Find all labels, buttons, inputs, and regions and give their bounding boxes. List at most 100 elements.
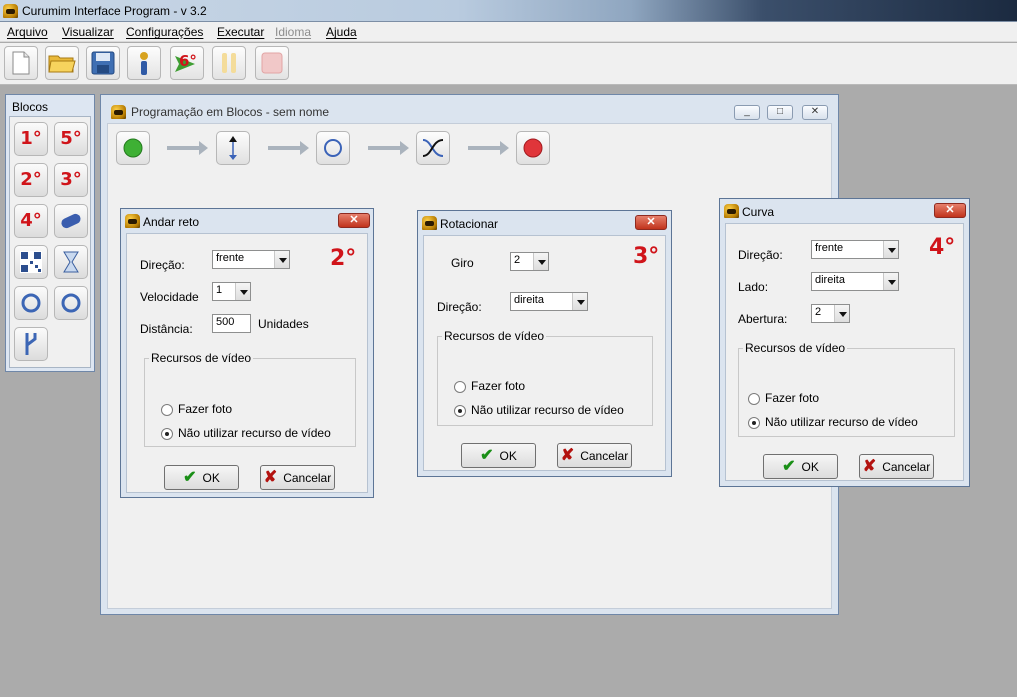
velocidade-select[interactable]: 1	[212, 282, 251, 301]
flow-andar-block[interactable]	[216, 131, 250, 165]
giro-select[interactable]: 2	[510, 252, 549, 271]
blocos-palette: 1° 5° 2° 3° 4°	[9, 116, 91, 368]
ok-button[interactable]: ✔ OK	[763, 454, 838, 479]
ordinal-1-label: 1°	[20, 128, 42, 149]
send-6-button[interactable]: 6°	[170, 46, 204, 80]
block-rotacionar-3[interactable]: 3°	[54, 163, 88, 197]
video-group-label: Recursos de vídeo	[442, 329, 547, 343]
dialog-close-button[interactable]: ✕	[635, 215, 667, 230]
direcao-label: Direção:	[738, 248, 783, 262]
stop-icon	[261, 52, 283, 74]
cancel-x-icon: ✘	[263, 468, 278, 486]
lado-select[interactable]: direita	[811, 272, 899, 291]
block-curva-4[interactable]: 4°	[14, 204, 48, 238]
cancel-label: Cancelar	[580, 448, 629, 463]
flow-arrow	[268, 141, 309, 155]
video-group-label: Recursos de vídeo	[149, 351, 254, 365]
menu-ajuda[interactable]: Ajuda	[326, 25, 357, 39]
abertura-value: 2	[815, 306, 822, 318]
direcao-value: frente	[815, 242, 844, 254]
abertura-select[interactable]: 2	[811, 304, 850, 323]
app-title: Curumim Interface Program - v 3.2	[22, 4, 207, 18]
minimize-button[interactable]: _	[734, 105, 760, 120]
toolbar: 6°	[0, 43, 1017, 85]
checkmark-icon: ✔	[782, 457, 796, 475]
direcao-select[interactable]: frente	[212, 250, 290, 269]
nao-utilizar-radio[interactable]	[454, 405, 466, 417]
fazer-foto-radio[interactable]	[748, 393, 760, 405]
open-folder-button[interactable]	[45, 46, 79, 80]
block-loop-b[interactable]	[54, 286, 88, 320]
menu-executar[interactable]: Executar	[217, 25, 264, 39]
ok-button[interactable]: ✔ OK	[164, 465, 239, 490]
loop-icon	[21, 293, 41, 313]
fazer-foto-radio[interactable]	[161, 404, 173, 416]
dialog-title: Andar reto	[143, 215, 200, 229]
nao-utilizar-label: Não utilizar recurso de vídeo	[178, 426, 331, 440]
cancel-button[interactable]: ✘ Cancelar	[859, 454, 934, 479]
velocidade-label: Velocidade	[140, 290, 199, 304]
flow-arrow	[368, 141, 409, 155]
andar-reto-dialog: Andar reto ✕ Direção: frente 2° Velocida…	[120, 208, 374, 498]
ordinal-4-label: 4°	[20, 210, 42, 231]
dialog-icon	[724, 204, 739, 218]
dialog-close-button[interactable]: ✕	[934, 203, 966, 218]
program-window-icon	[111, 105, 126, 119]
dialog-icon	[422, 216, 437, 230]
curve-arrows-icon	[422, 139, 444, 157]
block-andar-2[interactable]: 2°	[14, 163, 48, 197]
fazer-foto-label: Fazer foto	[471, 379, 526, 393]
fazer-foto-label: Fazer foto	[178, 402, 233, 416]
flow-rotacionar-block[interactable]	[316, 131, 350, 165]
app-titlebar: Curumim Interface Program - v 3.2	[0, 0, 1017, 22]
cancel-button[interactable]: ✘ Cancelar	[557, 443, 632, 468]
ok-button[interactable]: ✔ OK	[461, 443, 536, 468]
flow-curva-block[interactable]	[416, 131, 450, 165]
direcao-label: Direção:	[140, 258, 185, 272]
direcao-select[interactable]: direita	[510, 292, 588, 311]
dialog-close-button[interactable]: ✕	[338, 213, 370, 228]
ordinal-badge: 3°	[633, 244, 660, 269]
block-loop-a[interactable]	[14, 286, 48, 320]
block-hourglass[interactable]	[54, 245, 88, 279]
flow-end-block[interactable]	[516, 131, 550, 165]
pause-button[interactable]	[212, 46, 246, 80]
stop-button[interactable]	[255, 46, 289, 80]
flow-start-block[interactable]	[116, 131, 150, 165]
close-window-button[interactable]: ✕	[802, 105, 828, 120]
red-circle-icon	[523, 138, 543, 158]
menu-visualizar[interactable]: Visualizar	[62, 25, 114, 39]
block-5[interactable]: 5°	[54, 122, 88, 156]
velocidade-value: 1	[216, 284, 223, 296]
loop-end-icon	[61, 293, 81, 313]
nao-utilizar-radio[interactable]	[748, 417, 760, 429]
distancia-value: 500	[216, 316, 235, 328]
video-resources-group: Recursos de vídeo Fazer foto Não utiliza…	[437, 329, 653, 426]
menu-configuracoes[interactable]: Configurações	[126, 25, 203, 39]
curumim-app-icon	[3, 4, 18, 18]
save-button[interactable]	[86, 46, 120, 80]
block-capsule[interactable]	[54, 204, 88, 238]
chevron-down-icon	[274, 251, 289, 268]
cancel-label: Cancelar	[882, 459, 931, 474]
ordinal-badge: 4°	[929, 235, 956, 260]
dialog-body: Direção: frente 2° Velocidade 1 Distânci…	[126, 233, 368, 493]
qr-code-icon	[20, 251, 42, 273]
block-qrcode[interactable]	[14, 245, 48, 279]
ok-label: OK	[801, 459, 819, 474]
new-file-button[interactable]	[4, 46, 38, 80]
nao-utilizar-radio[interactable]	[161, 428, 173, 440]
dialog-icon	[125, 214, 140, 228]
block-start-1[interactable]: 1°	[14, 122, 48, 156]
fazer-foto-radio[interactable]	[454, 381, 466, 393]
nao-utilizar-label: Não utilizar recurso de vídeo	[765, 415, 918, 429]
maximize-button[interactable]: □	[767, 105, 793, 120]
block-branch[interactable]	[14, 327, 48, 361]
robot-info-button[interactable]	[127, 46, 161, 80]
distancia-input[interactable]: 500	[212, 314, 251, 333]
direcao-label: Direção:	[437, 300, 482, 314]
menu-arquivo[interactable]: Arquivo	[7, 25, 48, 39]
lado-value: direita	[815, 274, 845, 286]
direcao-select[interactable]: frente	[811, 240, 899, 259]
cancel-button[interactable]: ✘ Cancelar	[260, 465, 335, 490]
